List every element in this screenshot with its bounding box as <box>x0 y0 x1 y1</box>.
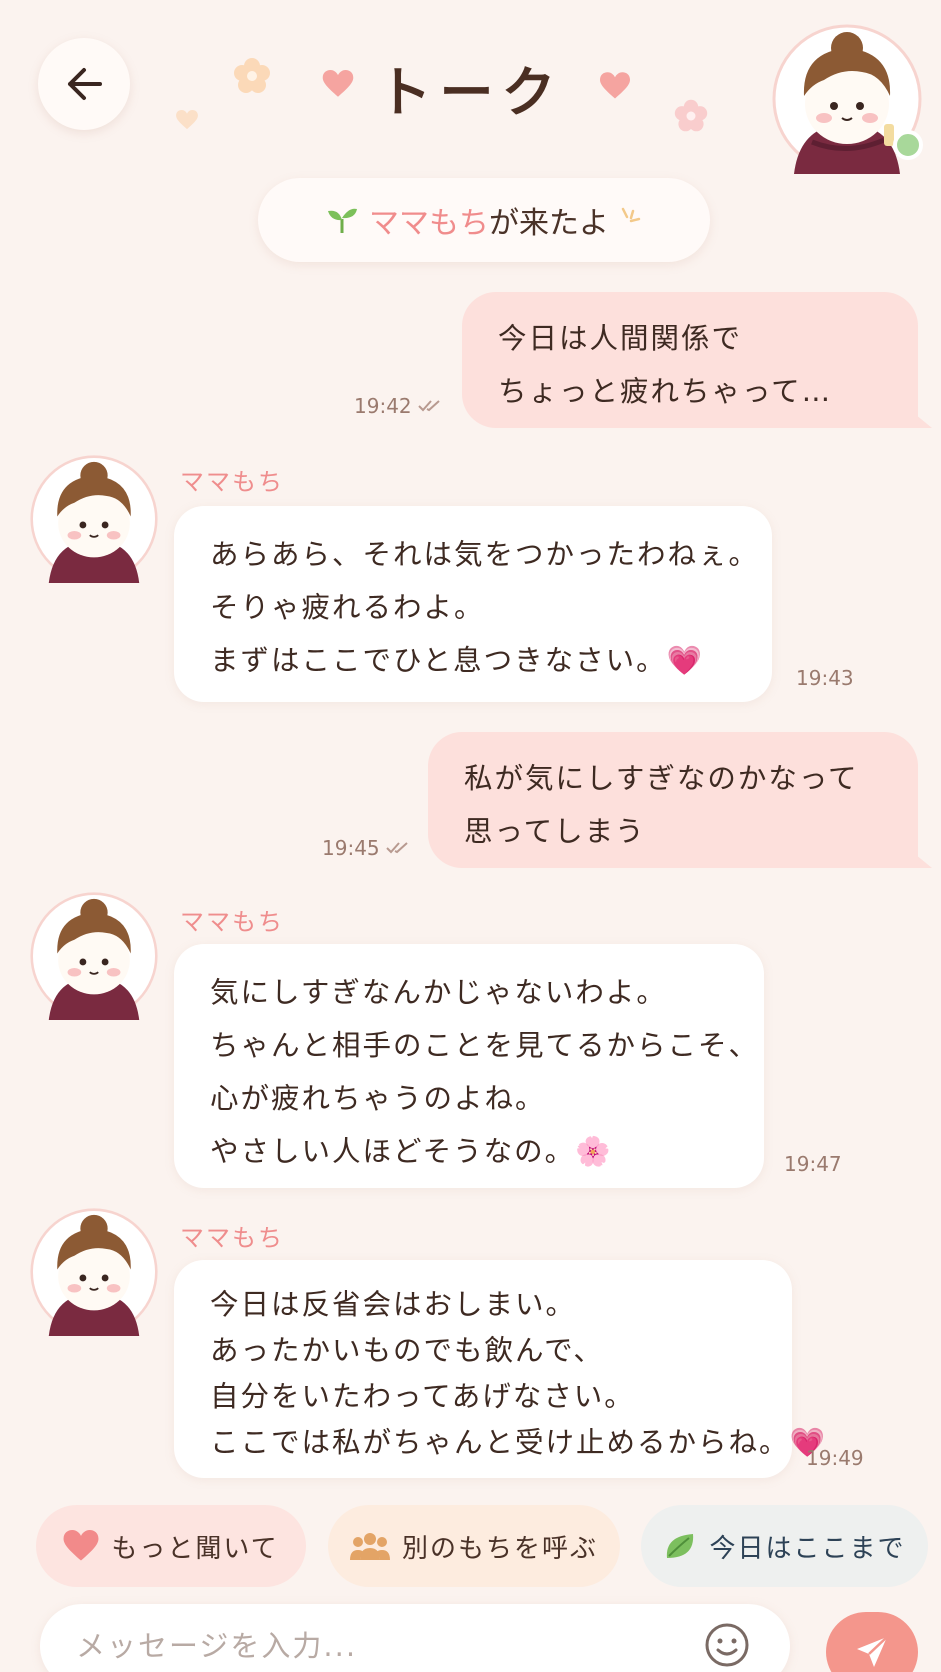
read-check-icon <box>385 842 408 854</box>
message-line: 今日は反省会はおしまい。 <box>210 1288 577 1321</box>
send-button[interactable] <box>826 1612 918 1672</box>
message-line: ここでは私がちゃんと受け止めるからね。 <box>210 1426 790 1459</box>
mochi-message-bubble[interactable]: 今日は反省会はおしまい。 あったかいものでも飲んで、 自分をいたわってあげなさい… <box>174 1260 825 1478</box>
emoji: 🌸 <box>575 1135 613 1168</box>
system-notice-text: が来たよ <box>489 206 609 241</box>
sender-name: ママもち <box>180 908 284 936</box>
message-line: まずはここでひと息つきなさい。 <box>210 644 667 677</box>
read-check-icon <box>417 400 440 412</box>
message-time: 19:49 <box>806 1446 864 1470</box>
quick-reply-end[interactable]: 今日はここまで <box>641 1505 928 1587</box>
online-status-dot <box>893 130 923 160</box>
message-line: そりゃ疲れるわよ。 <box>210 591 485 624</box>
message-line: 自分をいたわってあげなさい。 <box>210 1380 635 1413</box>
message-line: 気にしすぎなんかじゃないわよ。 <box>210 976 667 1009</box>
message-line: 心が疲れちゃうのよね。 <box>210 1082 546 1115</box>
quick-reply-label: もっと聞いて <box>111 1533 279 1564</box>
heart-deco-icon <box>600 72 630 99</box>
sender-name: ママもち <box>180 468 284 496</box>
message-time: 19:43 <box>796 666 854 690</box>
quick-reply-label: 別のもちを呼ぶ <box>401 1533 598 1564</box>
mamamochi-avatar[interactable] <box>30 1208 158 1336</box>
message-time: 19:45 <box>322 836 410 860</box>
my-message-bubble[interactable]: 今日は人間関係で ちょっと疲れちゃって… <box>462 292 932 428</box>
message-line: あったかいものでも飲んで、 <box>210 1334 604 1367</box>
smile-icon[interactable] <box>704 1622 750 1668</box>
system-notice: ママもちが来たよ <box>258 178 710 262</box>
message-line: ちょっと疲れちゃって… <box>498 375 833 408</box>
message-line: あらあら、それは気をつかったわねぇ。 <box>210 538 760 571</box>
flower-deco-icon <box>674 99 708 132</box>
message-line: 今日は人間関係で <box>498 322 743 355</box>
message-time: 19:47 <box>784 1152 842 1176</box>
message-line: 思ってしまう <box>464 815 646 848</box>
system-notice-name: ママもち <box>369 206 489 241</box>
message-line: 私が気にしすぎなのかなって <box>464 762 859 795</box>
quick-reply-call-other[interactable]: 別のもちを呼ぶ <box>328 1505 620 1587</box>
message-time-text: 19:42 <box>354 394 412 418</box>
my-message-bubble[interactable]: 私が気にしすぎなのかなって 思ってしまう <box>428 732 932 868</box>
sprout-icon <box>328 208 357 233</box>
message-input[interactable] <box>76 1624 696 1668</box>
quick-reply-more[interactable]: もっと聞いて <box>36 1505 306 1587</box>
mochi-message-bubble[interactable]: 気にしすぎなんかじゃないわよ。 ちゃんと相手のことを見てるからこそ、 心が疲れち… <box>174 944 764 1188</box>
sender-name: ママもち <box>180 1224 284 1252</box>
mamamochi-avatar[interactable] <box>30 892 158 1020</box>
mochi-message-bubble[interactable]: あらあら、それは気をつかったわねぇ。 そりゃ疲れるわよ。 まずはここでひと息つき… <box>174 506 772 702</box>
message-line: ちゃんと相手のことを見てるからこそ、 <box>210 1029 760 1062</box>
sparkle-icon <box>621 207 641 223</box>
quick-reply-label: 今日はここまで <box>709 1533 906 1564</box>
heart-icon <box>63 1530 99 1561</box>
mamamochi-avatar[interactable] <box>30 455 158 583</box>
chat-screen: トーク ママもちが来たよ 今日は人間関係で ちょっと疲れちゃって… 19:42 … <box>0 0 941 1672</box>
message-time-text: 19:45 <box>322 836 380 860</box>
message-line: やさしい人ほどそうなの。 <box>210 1135 576 1168</box>
send-icon <box>857 1636 888 1667</box>
message-time: 19:42 <box>354 394 442 418</box>
message-input-bar <box>40 1604 790 1672</box>
leaf-icon <box>667 1534 694 1558</box>
people-icon <box>349 1533 390 1560</box>
emoji: 💗 <box>666 644 705 677</box>
